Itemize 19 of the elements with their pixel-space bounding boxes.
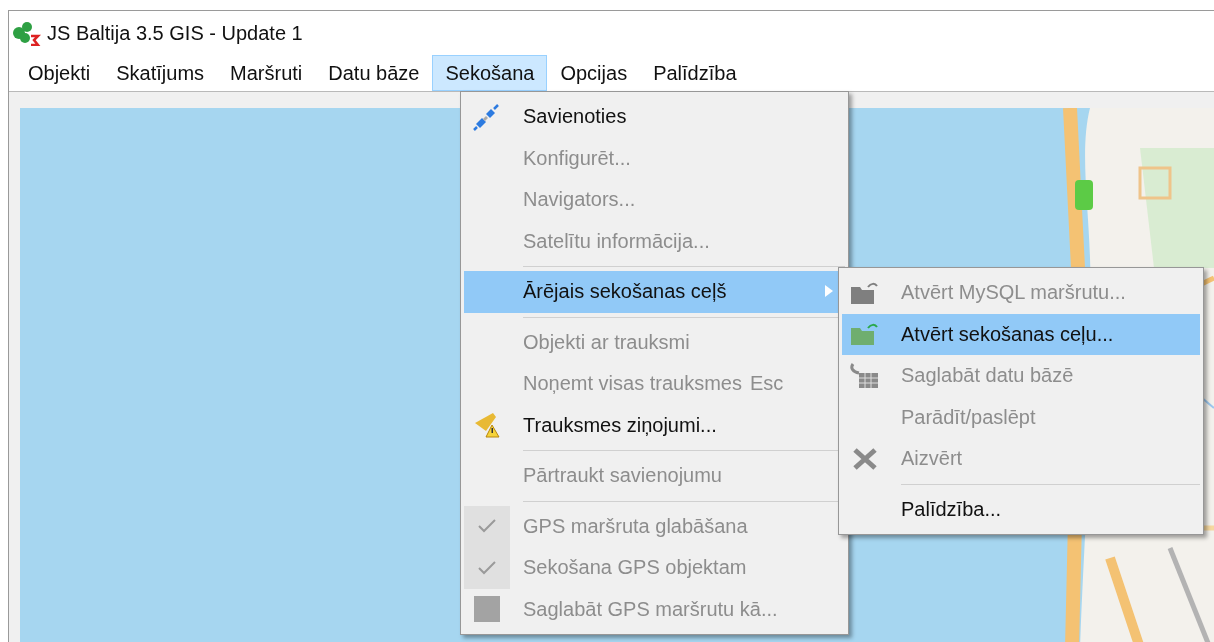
- close-icon: [852, 446, 878, 471]
- menu-bar-item[interactable]: Palīdzība: [640, 55, 750, 91]
- menu-bar-item[interactable]: Objekti: [15, 55, 104, 91]
- plug-icon: [472, 101, 502, 132]
- menu-bar-item[interactable]: Opcijas: [547, 55, 641, 91]
- table-icon: [850, 361, 880, 390]
- submenu-arrow-icon: [825, 285, 833, 297]
- window-title: JS Baltija 3.5 GIS - Update 1: [47, 21, 303, 45]
- menu-bar-item[interactable]: Datu bāze: [315, 55, 433, 91]
- folder-icon: [850, 322, 880, 347]
- menu-item[interactable]: Savienoties: [464, 96, 845, 138]
- app-logo-icon: [11, 20, 41, 46]
- menu-bar-item[interactable]: Skatījums: [103, 55, 218, 91]
- square-icon: [474, 596, 500, 623]
- menu-bar-item[interactable]: Sekošana: [432, 55, 548, 91]
- folder-icon: [850, 280, 880, 305]
- menu-item[interactable]: Atvērt sekošanas ceļu...: [842, 313, 1200, 355]
- menu-item[interactable]: Palīdzība...: [842, 488, 1200, 530]
- menu-bar-item[interactable]: Maršruti: [217, 55, 316, 91]
